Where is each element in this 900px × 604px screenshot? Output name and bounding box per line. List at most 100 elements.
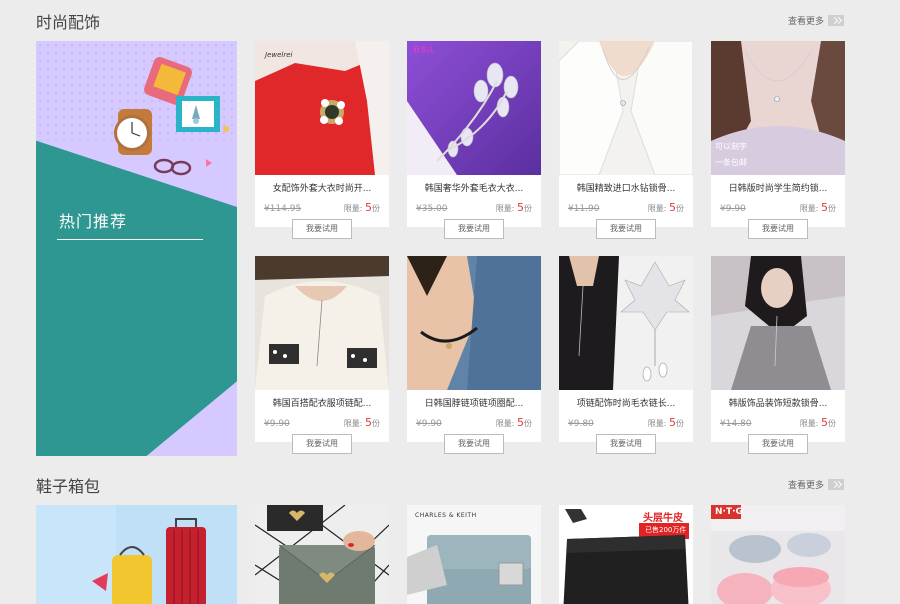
shoes-bags-banner[interactable] bbox=[36, 505, 237, 604]
product-photo-long-necklace bbox=[255, 256, 389, 390]
view-more-accessories[interactable]: 查看更多 bbox=[788, 14, 844, 27]
product-name[interactable]: 韩国奢华外套毛衣大衣... bbox=[407, 183, 541, 195]
product-price: ¥9.90 bbox=[264, 419, 290, 429]
product-limit: 限量: 5份 bbox=[344, 201, 380, 214]
product-name[interactable]: 韩版饰品装饰短款锁骨... bbox=[711, 398, 845, 410]
product-limit: 限量: 5份 bbox=[496, 201, 532, 214]
double-arrow-icon bbox=[828, 479, 844, 490]
product-price: ¥9.90 bbox=[720, 204, 746, 214]
product-card[interactable]: 菲衣儿 韩国奢华外套毛衣大衣... ¥35.00 限量: 5份 我要试用 bbox=[407, 41, 541, 239]
banner-title: 热门推荐 bbox=[59, 212, 128, 231]
view-more-shoes-bags[interactable]: 查看更多 bbox=[788, 478, 844, 491]
product-image[interactable] bbox=[255, 256, 389, 390]
product-photo-crystal-brooch bbox=[407, 41, 541, 175]
limit-label: 限量: bbox=[495, 204, 515, 213]
product-name[interactable]: 日韩国脖链项链项圈配... bbox=[407, 398, 541, 410]
product-limit: 限量: 5份 bbox=[496, 416, 532, 429]
try-button[interactable]: 我要试用 bbox=[748, 219, 808, 239]
view-more-label: 查看更多 bbox=[787, 481, 824, 491]
image-promo-line2: 已售200万件 bbox=[645, 526, 687, 534]
limit-label: 限量: bbox=[495, 419, 515, 428]
image-caption-line2: 一条包邮 bbox=[715, 158, 747, 167]
product-photo-model bbox=[711, 256, 845, 390]
try-button[interactable]: 我要试用 bbox=[748, 434, 808, 454]
product-name[interactable]: 韩国百搭配衣服项链配... bbox=[255, 398, 389, 410]
image-brand-text: N·T·G bbox=[715, 507, 743, 517]
limit-number: 5 bbox=[669, 416, 676, 429]
limit-label: 限量: bbox=[799, 204, 819, 213]
product-photo-pendant bbox=[711, 41, 845, 175]
limit-number: 5 bbox=[821, 416, 828, 429]
product-photo-leaf-necklace bbox=[559, 256, 693, 390]
product-photo-brooch bbox=[255, 41, 389, 175]
product-name[interactable]: 韩国精致进口水钻锁骨... bbox=[559, 183, 693, 195]
banner-luggage-illustration bbox=[36, 505, 237, 604]
image-brand-text: CHARLES & KEITH bbox=[415, 512, 477, 519]
view-more-label: 查看更多 bbox=[787, 17, 824, 27]
product-image[interactable] bbox=[711, 256, 845, 390]
limit-number: 5 bbox=[517, 416, 524, 429]
product-price: ¥14.80 bbox=[720, 419, 752, 429]
product-card[interactable]: 韩国百搭配衣服项链配... ¥9.90 限量: 5份 我要试用 bbox=[255, 256, 389, 454]
product-image[interactable] bbox=[407, 256, 541, 390]
limit-number: 5 bbox=[365, 416, 372, 429]
image-caption-line1: 可以刻字 bbox=[715, 142, 747, 151]
product-price: ¥11.90 bbox=[568, 204, 600, 214]
product-card[interactable]: Jewelrei 女配饰外套大衣时尚开... ¥114.95 限量: 5份 我要… bbox=[255, 41, 389, 239]
product-name[interactable]: 日韩版时尚学生简约锁... bbox=[711, 183, 845, 195]
limit-label: 限量: bbox=[647, 204, 667, 213]
product-name[interactable]: 女配饰外套大衣时尚开... bbox=[255, 183, 389, 195]
product-image[interactable]: 菲衣儿 bbox=[407, 41, 541, 175]
product-card[interactable]: 韩国精致进口水钻锁骨... ¥11.90 限量: 5份 我要试用 bbox=[559, 41, 693, 239]
limit-number: 5 bbox=[821, 201, 828, 214]
limit-unit: 份 bbox=[524, 419, 532, 428]
image-promo-line1: 头层牛皮 bbox=[643, 513, 683, 524]
limit-unit: 份 bbox=[524, 204, 532, 213]
product-card[interactable]: CHARLES & KEITH bbox=[407, 505, 541, 604]
try-button[interactable]: 我要试用 bbox=[292, 434, 352, 454]
product-limit: 限量: 5份 bbox=[648, 416, 684, 429]
product-photo-choker bbox=[407, 256, 541, 390]
product-photo-handbag bbox=[407, 505, 541, 604]
limit-unit: 份 bbox=[676, 204, 684, 213]
product-limit: 限量: 5份 bbox=[800, 201, 836, 214]
try-button[interactable]: 我要试用 bbox=[596, 434, 656, 454]
product-card[interactable]: 韩版饰品装饰短款锁骨... ¥14.80 限量: 5份 我要试用 bbox=[711, 256, 845, 454]
try-button[interactable]: 我要试用 bbox=[596, 219, 656, 239]
product-image[interactable] bbox=[559, 41, 693, 175]
product-price: ¥9.80 bbox=[568, 419, 594, 429]
product-photo-necklace bbox=[559, 41, 693, 175]
limit-number: 5 bbox=[365, 201, 372, 214]
section-title-accessories: 时尚配饰 bbox=[36, 13, 101, 32]
product-limit: 限量: 5份 bbox=[344, 416, 380, 429]
product-price: ¥35.00 bbox=[416, 204, 448, 214]
product-card[interactable]: 日韩国脖链项链项圈配... ¥9.90 限量: 5份 我要试用 bbox=[407, 256, 541, 454]
try-button[interactable]: 我要试用 bbox=[444, 434, 504, 454]
product-name[interactable]: 项链配饰时尚毛衣链长... bbox=[559, 398, 693, 410]
product-image[interactable]: Jewelrei bbox=[255, 41, 389, 175]
hot-recommend-banner[interactable]: 热门推荐 bbox=[36, 41, 237, 456]
banner-products-illustration bbox=[114, 57, 229, 176]
product-photo-slippers bbox=[711, 505, 845, 604]
limit-number: 5 bbox=[669, 201, 676, 214]
product-card[interactable]: N·T·G bbox=[711, 505, 845, 604]
product-price: ¥9.90 bbox=[416, 419, 442, 429]
product-image[interactable] bbox=[559, 256, 693, 390]
limit-unit: 份 bbox=[828, 204, 836, 213]
limit-unit: 份 bbox=[828, 419, 836, 428]
product-card[interactable]: 头层牛皮 已售200万件 bbox=[559, 505, 693, 604]
double-arrow-icon bbox=[828, 15, 844, 26]
banner-underline bbox=[57, 239, 203, 240]
product-card[interactable]: 项链配饰时尚毛衣链长... ¥9.80 限量: 5份 我要试用 bbox=[559, 256, 693, 454]
limit-unit: 份 bbox=[372, 204, 380, 213]
try-button[interactable]: 我要试用 bbox=[444, 219, 504, 239]
product-card[interactable] bbox=[255, 505, 389, 604]
product-image[interactable]: 可以刻字 一条包邮 bbox=[711, 41, 845, 175]
try-button[interactable]: 我要试用 bbox=[292, 219, 352, 239]
limit-label: 限量: bbox=[343, 419, 363, 428]
product-card[interactable]: 可以刻字 一条包邮 日韩版时尚学生简约锁... ¥9.90 限量: 5份 我要试… bbox=[711, 41, 845, 239]
limit-unit: 份 bbox=[372, 419, 380, 428]
image-brand-text: 菲衣儿 bbox=[413, 46, 434, 54]
product-limit: 限量: 5份 bbox=[800, 416, 836, 429]
product-limit: 限量: 5份 bbox=[648, 201, 684, 214]
